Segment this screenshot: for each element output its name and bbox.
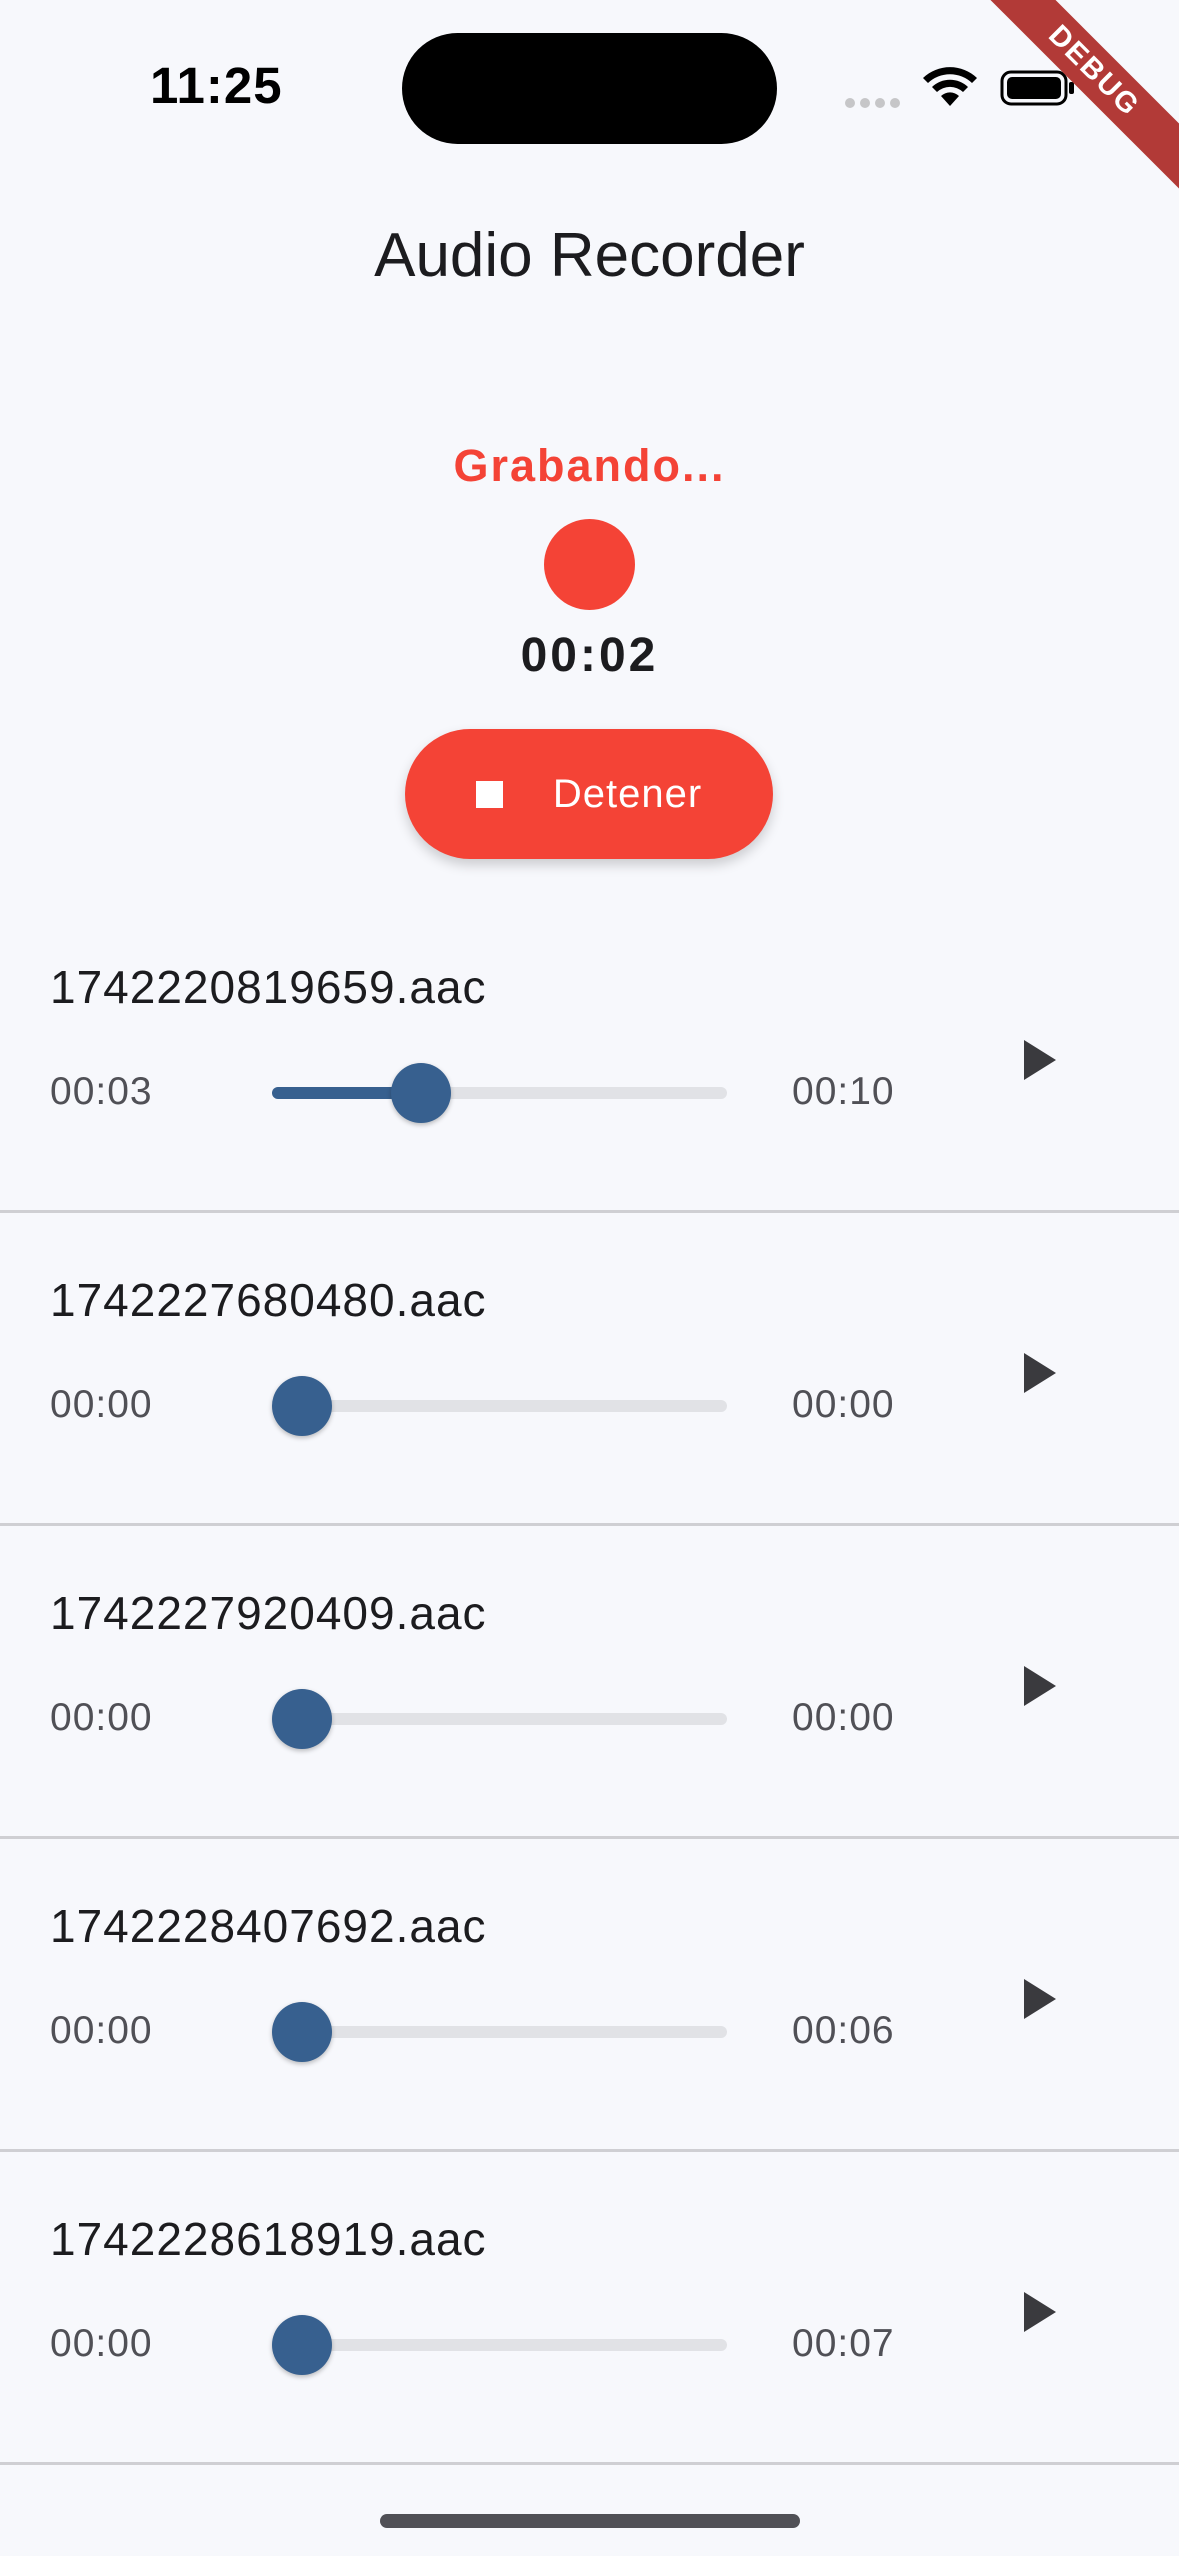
cellular-signal-icon bbox=[845, 95, 905, 113]
recording-filename: 1742228618919.aac bbox=[50, 2213, 487, 2265]
stop-recording-button[interactable]: Detener bbox=[405, 729, 773, 859]
recording-item: 1742227680480.aac 00:00 00:00 bbox=[0, 1213, 1179, 1526]
play-icon bbox=[1024, 1979, 1056, 2019]
play-icon bbox=[1024, 1040, 1056, 1080]
slider-thumb[interactable] bbox=[272, 1376, 332, 1436]
stop-icon bbox=[475, 780, 503, 808]
play-button[interactable] bbox=[1020, 1977, 1060, 2021]
play-button[interactable] bbox=[1020, 2290, 1060, 2334]
recording-item: 1742228407692.aac 00:00 00:06 bbox=[0, 1839, 1179, 2152]
play-icon bbox=[1024, 2292, 1056, 2332]
recording-duration: 00:07 bbox=[792, 2322, 895, 2365]
dynamic-island bbox=[402, 33, 777, 144]
slider-track bbox=[272, 2026, 727, 2038]
recording-status: Grabando... bbox=[453, 440, 726, 491]
slider-track bbox=[272, 2339, 727, 2351]
playback-position: 00:00 bbox=[50, 2009, 153, 2052]
playback-position: 00:00 bbox=[50, 2322, 153, 2365]
recording-item: 1742220819659.aac 00:03 00:10 bbox=[0, 900, 1179, 1213]
playback-slider[interactable] bbox=[272, 1689, 727, 1749]
playback-slider[interactable] bbox=[272, 1063, 727, 1123]
slider-thumb[interactable] bbox=[390, 1063, 451, 1123]
slider-thumb[interactable] bbox=[272, 2315, 332, 2375]
play-icon bbox=[1024, 1353, 1056, 1393]
playback-slider[interactable] bbox=[272, 2002, 727, 2062]
recording-duration: 00:06 bbox=[792, 2009, 895, 2052]
recording-duration: 00:00 bbox=[792, 1696, 895, 1739]
playback-slider[interactable] bbox=[272, 1376, 727, 1436]
slider-track bbox=[272, 1713, 727, 1725]
recording-duration: 00:00 bbox=[792, 1383, 895, 1426]
playback-position: 00:03 bbox=[50, 1070, 153, 1113]
recording-item: 1742227920409.aac 00:00 00:00 bbox=[0, 1526, 1179, 1839]
recording-indicator-icon bbox=[544, 519, 635, 610]
recording-item: 1742228618919.aac 00:00 00:07 bbox=[0, 2152, 1179, 2465]
recording-filename: 1742227920409.aac bbox=[50, 1587, 487, 1639]
play-icon bbox=[1024, 1666, 1056, 1706]
battery-icon bbox=[1000, 70, 1074, 106]
wifi-icon bbox=[923, 67, 977, 106]
slider-thumb[interactable] bbox=[272, 1689, 332, 1749]
play-button[interactable] bbox=[1020, 1664, 1060, 1708]
play-button[interactable] bbox=[1020, 1351, 1060, 1395]
recordings-list: 1742220819659.aac 00:03 00:10 1742227680… bbox=[0, 900, 1179, 2465]
play-button[interactable] bbox=[1020, 1038, 1060, 1082]
recording-duration: 00:10 bbox=[792, 1070, 895, 1113]
slider-thumb[interactable] bbox=[272, 2002, 332, 2062]
app-title: Audio Recorder bbox=[374, 221, 805, 290]
recording-filename: 1742227680480.aac bbox=[50, 1274, 487, 1326]
playback-slider[interactable] bbox=[272, 2315, 727, 2375]
recording-filename: 1742228407692.aac bbox=[50, 1900, 487, 1952]
slider-track bbox=[272, 1400, 727, 1412]
playback-position: 00:00 bbox=[50, 1696, 153, 1739]
recording-filename: 1742220819659.aac bbox=[50, 961, 487, 1013]
playback-position: 00:00 bbox=[50, 1383, 153, 1426]
status-time: 11:25 bbox=[150, 57, 283, 114]
recording-timer: 00:02 bbox=[520, 629, 659, 682]
stop-button-label: Detener bbox=[552, 771, 703, 816]
home-indicator[interactable] bbox=[380, 2514, 800, 2528]
status-bar: 11:25 bbox=[0, 0, 1179, 150]
